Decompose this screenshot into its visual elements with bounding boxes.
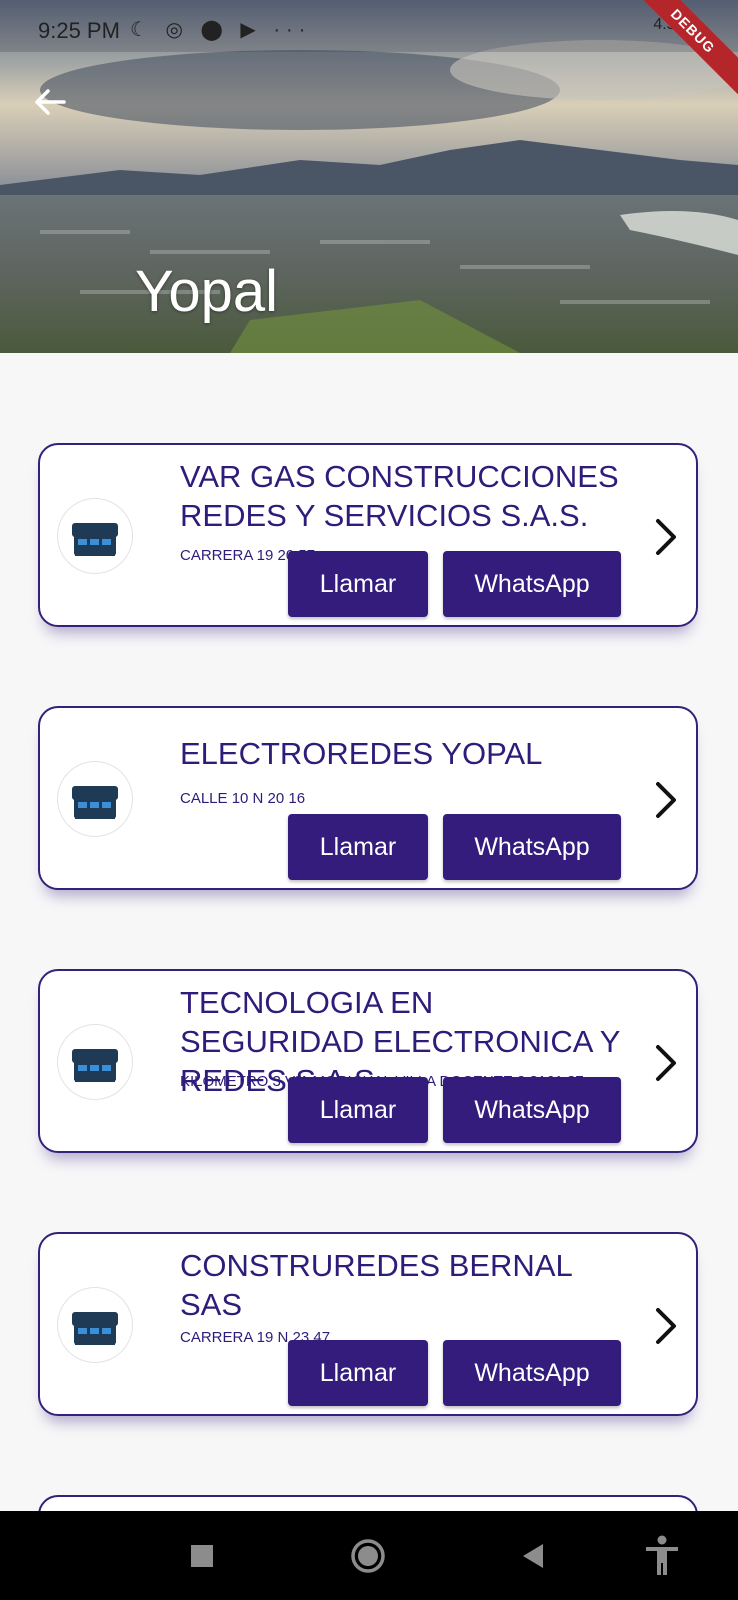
arrow-left-icon: [35, 89, 66, 115]
store-icon-avatar: [58, 1288, 132, 1362]
back-button[interactable]: [30, 82, 76, 128]
whatsapp-button[interactable]: WhatsApp: [443, 1340, 621, 1406]
whatsapp-button[interactable]: WhatsApp: [443, 1077, 621, 1143]
page-title: Yopal: [135, 259, 279, 324]
chevron-right-icon[interactable]: [650, 1041, 682, 1085]
business-card[interactable]: CONSTRUREDES BERNAL SAS CARRERA 19 N 23 …: [38, 1232, 698, 1416]
store-icon-avatar: [58, 762, 132, 836]
store-icon-avatar: [58, 1025, 132, 1099]
whatsapp-button[interactable]: WhatsApp: [443, 551, 621, 617]
business-card[interactable]: TECNOLOGIA EN SEGURIDAD ELECTRONICA Y RE…: [38, 969, 698, 1153]
store-icon: [72, 786, 118, 819]
call-button[interactable]: Llamar: [288, 814, 428, 880]
business-card[interactable]: ELECTROREDES YOPAL CALLE 10 N 20 16 Llam…: [38, 706, 698, 890]
city-landscape-image: [0, 0, 738, 353]
store-icon-avatar: [58, 499, 132, 573]
status-notification-icons: ☾ ◎ ⬤ ▶ ···: [130, 19, 312, 41]
store-icon: [72, 1312, 118, 1345]
accessibility-icon[interactable]: [637, 1531, 687, 1581]
whatsapp-button[interactable]: WhatsApp: [443, 814, 621, 880]
business-name: VAR GAS CONSTRUCCIONES REDES Y SERVICIOS…: [180, 459, 619, 533]
call-button[interactable]: Llamar: [288, 1340, 428, 1406]
recent-apps-icon[interactable]: [177, 1531, 227, 1581]
status-bar: 9:25 PM ☾ ◎ ⬤ ▶ ··· 4.5G: [0, 0, 738, 52]
call-button[interactable]: Llamar: [288, 1077, 428, 1143]
store-icon: [72, 523, 118, 556]
chevron-right-icon[interactable]: [650, 515, 682, 559]
business-card[interactable]: VAR GAS CONSTRUCCIONES REDES Y SERVICIOS…: [38, 443, 698, 627]
home-circle-icon[interactable]: [343, 1531, 393, 1581]
business-name: ELECTROREDES YOPAL: [180, 736, 543, 771]
business-name: CONSTRUREDES BERNAL SAS: [180, 1248, 572, 1322]
back-triangle-icon[interactable]: [508, 1531, 558, 1581]
status-time: 9:25 PM: [38, 18, 120, 43]
header-hero-image: 9:25 PM ☾ ◎ ⬤ ▶ ··· 4.5G DEBUG Yopal: [0, 0, 738, 353]
store-icon: [72, 1049, 118, 1082]
call-button[interactable]: Llamar: [288, 551, 428, 617]
business-address: CALLE 10 N 20 16: [180, 790, 306, 807]
chevron-right-icon[interactable]: [650, 1304, 682, 1348]
system-navigation-bar: [0, 1511, 738, 1600]
chevron-right-icon[interactable]: [650, 778, 682, 822]
